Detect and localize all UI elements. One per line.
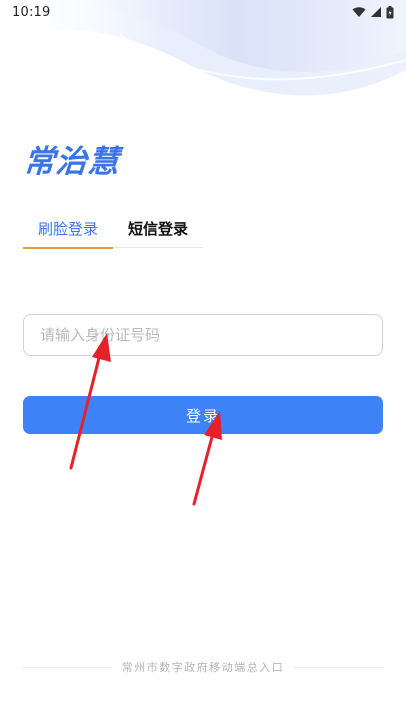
footer-divider-left — [23, 666, 112, 668]
footer: 常州市数字政府移动端总入口 — [23, 658, 383, 676]
status-icons — [352, 5, 394, 19]
battery-icon — [386, 5, 394, 18]
login-screen: 10:19 常治慧 刷脸登录 短信登录 登录 — [0, 0, 406, 721]
wifi-icon — [352, 7, 366, 17]
status-time: 10:19 — [12, 4, 51, 20]
id-number-input[interactable] — [23, 314, 383, 356]
signal-icon — [371, 7, 381, 17]
login-method-tabs: 刷脸登录 短信登录 — [23, 214, 203, 249]
footer-text: 常州市数字政府移动端总入口 — [121, 661, 285, 674]
login-button[interactable]: 登录 — [23, 396, 383, 434]
footer-divider-right — [294, 666, 383, 668]
tab-sms-login[interactable]: 短信登录 — [113, 214, 203, 248]
status-bar: 10:19 — [0, 0, 406, 24]
app-logo: 常治慧 — [22, 144, 122, 180]
tab-face-login[interactable]: 刷脸登录 — [23, 214, 113, 249]
